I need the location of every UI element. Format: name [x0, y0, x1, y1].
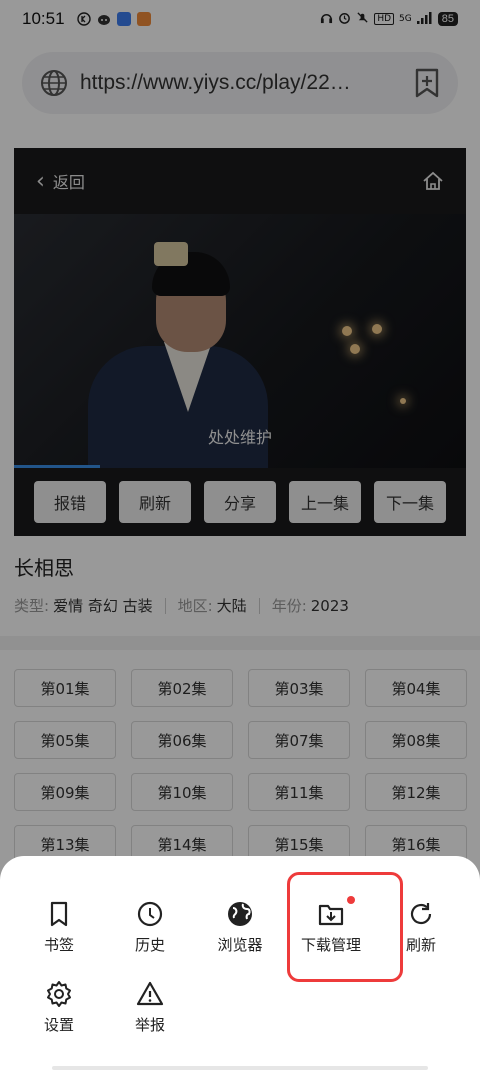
menu-bookmarks[interactable]: 书签: [19, 900, 99, 970]
refresh-icon: [410, 903, 432, 925]
menu-report[interactable]: 举报: [110, 980, 190, 1050]
menu-browser[interactable]: 浏览器: [200, 900, 280, 970]
menu-label: 历史: [134, 936, 165, 954]
menu-label: 设置: [43, 1016, 74, 1034]
menu-settings[interactable]: 设置: [19, 980, 99, 1050]
gesture-bar: [52, 1066, 428, 1070]
warning-icon: [136, 981, 164, 1006]
menu-label: 浏览器: [217, 936, 263, 954]
gear-icon: [47, 981, 71, 1007]
browser-menu-sheet: 书签 历史 浏览器 下载管理 刷新 设置 举报: [0, 856, 480, 1070]
clock-icon: [137, 901, 163, 927]
bookmark-icon: [50, 901, 68, 927]
menu-label: 刷新: [405, 936, 436, 954]
menu-label: 书签: [43, 936, 74, 954]
globe-icon: [228, 902, 252, 926]
menu-history[interactable]: 历史: [110, 900, 190, 970]
menu-label: 举报: [134, 1016, 165, 1034]
download-manager-highlight: [287, 872, 403, 982]
